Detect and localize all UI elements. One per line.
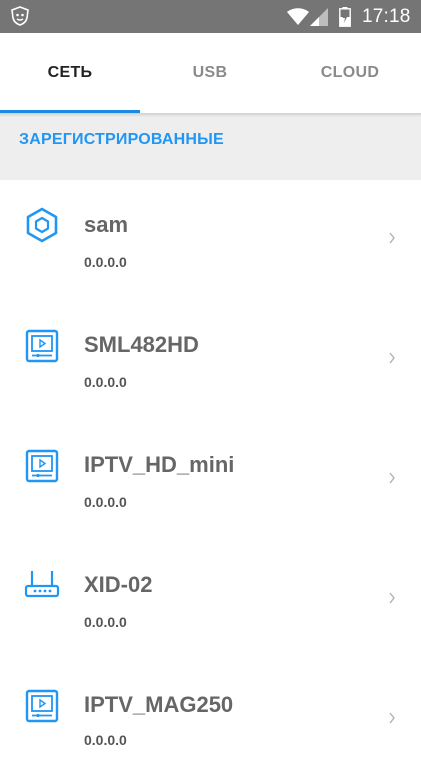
status-time: 17:18 <box>362 6 411 27</box>
status-bar: 17:18 <box>0 0 421 33</box>
section-title: ЗАРЕГИСТРИРОВАННЫЕ <box>19 131 224 148</box>
device-ip: 0.0.0.0 <box>84 614 127 630</box>
section-header: ЗАРЕГИСТРИРОВАННЫЕ <box>0 113 421 180</box>
tab-cloud[interactable]: CLOUD <box>280 33 420 113</box>
device-row-iptv-mag250[interactable]: IPTV_MAG250 0.0.0.0 <box>0 660 421 780</box>
device-ip: 0.0.0.0 <box>84 374 127 390</box>
device-row-sml482hd[interactable]: SML482HD 0.0.0.0 <box>0 300 421 420</box>
chevron-right-icon <box>389 712 395 724</box>
device-row-xid-02[interactable]: XID-02 0.0.0.0 <box>0 540 421 660</box>
chevron-right-icon <box>389 352 395 364</box>
device-name: SML482HD <box>84 332 199 357</box>
signal-icon <box>310 8 328 26</box>
device-name: XID-02 <box>84 572 153 597</box>
device-name: IPTV_HD_mini <box>84 452 235 477</box>
tv-player-icon <box>25 449 59 483</box>
wifi-icon <box>287 8 309 25</box>
device-name: IPTV_MAG250 <box>84 692 234 717</box>
tab-bar: СЕТЬ USB CLOUD <box>0 33 421 113</box>
app-shield-icon <box>11 6 29 26</box>
battery-charging-icon <box>339 7 351 27</box>
tab-usb[interactable]: USB <box>140 33 280 113</box>
hexagon-icon <box>26 207 58 243</box>
device-row-sam[interactable]: sam 0.0.0.0 <box>0 180 421 300</box>
chevron-right-icon <box>389 592 395 604</box>
chevron-right-icon <box>389 472 395 484</box>
router-icon <box>24 571 60 598</box>
device-name: sam <box>84 212 129 237</box>
device-ip: 0.0.0.0 <box>84 254 127 270</box>
device-ip: 0.0.0.0 <box>84 732 127 748</box>
device-row-iptv-hd-mini[interactable]: IPTV_HD_mini 0.0.0.0 <box>0 420 421 540</box>
tv-player-icon <box>25 689 59 723</box>
tab-network[interactable]: СЕТЬ <box>0 33 140 113</box>
device-ip: 0.0.0.0 <box>84 494 127 510</box>
chevron-right-icon <box>389 232 395 244</box>
tab-bar-shadow <box>0 113 421 117</box>
tv-player-icon <box>25 329 59 363</box>
